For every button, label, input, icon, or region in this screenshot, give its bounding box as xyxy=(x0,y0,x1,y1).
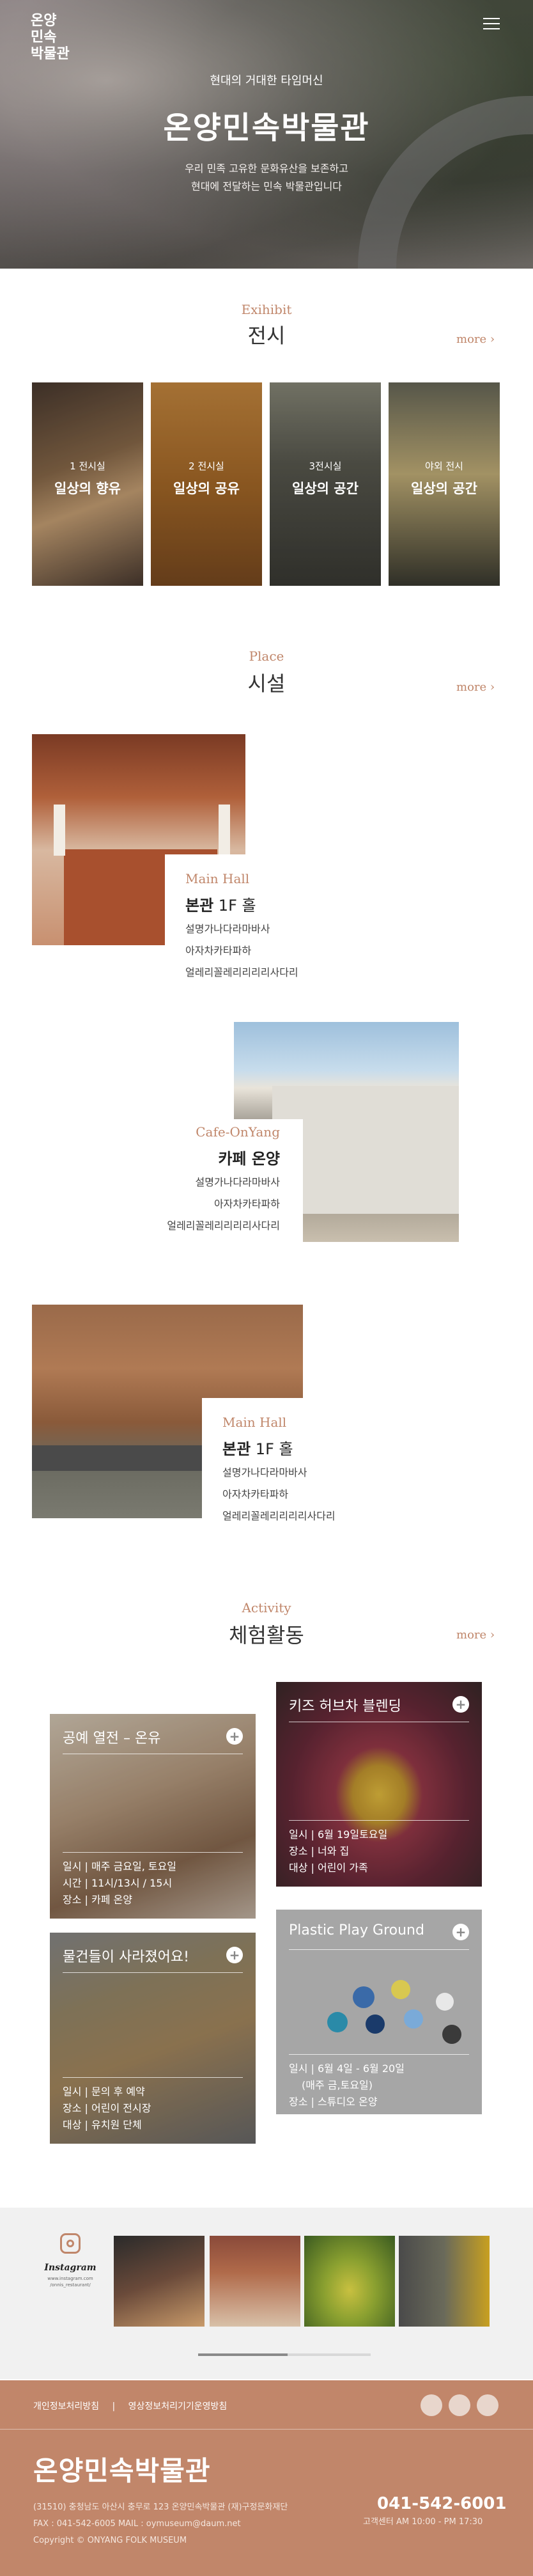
place-more-link[interactable]: more › xyxy=(456,680,495,694)
social-icon-1[interactable] xyxy=(421,2394,442,2416)
place-3-en: Main Hall xyxy=(222,1415,287,1430)
exhibit-card-3[interactable]: 3전시실 일상의 공간 xyxy=(270,382,381,586)
instagram-photo-3[interactable] xyxy=(304,2236,395,2327)
activity-title: 공예 열전 – 온유 xyxy=(63,1731,161,1747)
activity-info: 일시 | 문의 후 예약 장소 | 어린이 전시장 대상 | 유치원 단체 xyxy=(63,2085,151,2131)
place-3-desc: 설명가나다라마바사 아자차카타파하 얼레리꼴레리리리리사다리 xyxy=(222,1466,336,1522)
exhibit-card-4[interactable]: 야외 전시 일상의 공간 xyxy=(389,382,500,586)
place-1-desc: 설명가나다라마바사 아자차카타파하 얼레리꼴레리리리리사다리 xyxy=(185,923,298,978)
instagram-photo-2[interactable] xyxy=(210,2236,300,2327)
activity-card-2[interactable]: 키즈 허브차 블렌딩 + 일시 | 6월 19일토요일 장소 | 너와 집 대상… xyxy=(276,1682,482,1887)
hero-subtitle: 현대의 거대한 타임머신 xyxy=(210,74,323,88)
exhibit-card-name: 일상의 공간 xyxy=(411,481,477,496)
activity-title: 키즈 허브차 블렌딩 xyxy=(289,1699,401,1715)
place-1-en: Main Hall xyxy=(185,871,250,886)
plus-icon[interactable]: + xyxy=(226,1947,243,1963)
exhibit-card-name: 일상의 향유 xyxy=(54,481,121,496)
activity-info: 일시 | 6월 4일 - 6월 20일 (매주 금,토요일) 장소 | 스튜디오… xyxy=(289,2062,405,2108)
logo-line-3: 박물관 xyxy=(31,46,70,62)
activity-info: 일시 | 6월 19일토요일 장소 | 너와 집 대상 | 어린이 가족 xyxy=(289,1828,388,1874)
place-2-desc: 설명가나다라마바사 아자차카타파하 얼레리꼴레리리리리사다리 xyxy=(167,1176,280,1232)
activity-title: 물건들이 사라졌어요! xyxy=(63,1949,189,1965)
activity-title: Plastic Play Ground xyxy=(289,1922,424,1938)
chevron-right-icon: › xyxy=(490,333,495,346)
exhibit-card-number: 야외 전시 xyxy=(425,460,463,472)
video-policy-link[interactable]: 영상정보처리기기운영방침 xyxy=(128,2401,228,2412)
exhibit-card-name: 일상의 공간 xyxy=(292,481,359,496)
privacy-policy-link[interactable]: 개인정보처리방침 xyxy=(33,2401,99,2412)
plus-icon[interactable]: + xyxy=(452,1924,469,1940)
plastic-chips-image xyxy=(302,1980,468,2044)
place-section-en: Place xyxy=(249,648,284,664)
footer-phone: 041-542-6001 xyxy=(377,2494,507,2513)
activity-info: 일시 | 매주 금요일, 토요일 시간 | 11시/13시 / 15시 장소 |… xyxy=(63,1860,177,1906)
logo-line-1: 온양 xyxy=(31,13,57,29)
exhibit-section-title: 전시 xyxy=(247,324,286,348)
activity-more-link[interactable]: more › xyxy=(456,1628,495,1642)
instagram-link[interactable]: Instagram www.instagram.com /onnis_resta… xyxy=(38,2233,102,2329)
place-2-en: Cafe-OnYang xyxy=(196,1124,280,1140)
exhibit-more-link[interactable]: more › xyxy=(456,333,495,346)
exhibit-card-name: 일상의 공유 xyxy=(173,481,240,496)
instagram-url: www.instagram.com /onnis_restaurant/ xyxy=(47,2276,93,2288)
activity-card-4[interactable]: Plastic Play Ground + 일시 | 6월 4일 - 6월 20… xyxy=(276,1910,482,2114)
instagram-photo-1[interactable] xyxy=(114,2236,205,2327)
logo-line-2: 민속 xyxy=(31,29,57,45)
activity-section-title: 체험활동 xyxy=(229,1623,304,1647)
instagram-scrollbar[interactable] xyxy=(198,2353,371,2356)
place-2-title: 카페 온양 xyxy=(218,1150,280,1168)
footer-logo: 온양민속박물관 xyxy=(33,2455,211,2486)
hero-description: 우리 민족 고유한 문화유산을 보존하고 현대에 전달하는 민속 박물관입니다 xyxy=(185,162,348,192)
place-section-title: 시설 xyxy=(247,671,286,696)
instagram-icon xyxy=(60,2233,81,2254)
exhibit-card-number: 2 전시실 xyxy=(189,460,224,472)
footer-links: 개인정보처리방침 | 영상정보처리기기운영방침 xyxy=(33,2401,228,2412)
place-3-title: 본관 1F 홀 xyxy=(222,1440,293,1458)
exhibit-card-1[interactable]: 1 전시실 일상의 향유 xyxy=(32,382,143,586)
chevron-right-icon: › xyxy=(490,1628,495,1642)
activity-card-3[interactable]: 물건들이 사라졌어요! + 일시 | 문의 후 예약 장소 | 어린이 전시장 … xyxy=(50,1933,256,2144)
instagram-label: Instagram xyxy=(44,2263,97,2273)
social-icon-3[interactable] xyxy=(477,2394,498,2416)
instagram-photo-4[interactable] xyxy=(399,2236,490,2327)
activity-card-1[interactable]: 공예 열전 – 온유 + 일시 | 매주 금요일, 토요일 시간 | 11시/1… xyxy=(50,1714,256,1919)
exhibit-section-en: Exihibit xyxy=(241,302,292,317)
exhibit-card-number: 1 전시실 xyxy=(70,460,105,472)
plus-icon[interactable]: + xyxy=(226,1728,243,1745)
plus-icon[interactable]: + xyxy=(452,1696,469,1713)
social-icon-2[interactable] xyxy=(449,2394,470,2416)
exhibit-card-2[interactable]: 2 전시실 일상의 공유 xyxy=(151,382,262,586)
activity-section-en: Activity xyxy=(242,1600,291,1615)
exhibit-card-number: 3전시실 xyxy=(309,460,342,472)
hero-title: 온양민속박물관 xyxy=(163,110,370,146)
hamburger-menu-icon[interactable] xyxy=(483,18,500,31)
place-1-title: 본관 1F 홀 xyxy=(185,897,256,915)
museum-logo[interactable]: 온양 민속 박물관 xyxy=(31,13,88,77)
footer-address: (31510) 충청남도 아산시 충무로 123 온양민속박물관 (재)구정문화… xyxy=(33,2502,288,2545)
footer-hours: 고객센터 AM 10:00 - PM 17:30 xyxy=(363,2517,483,2527)
chevron-right-icon: › xyxy=(490,680,495,694)
scrollbar-thumb[interactable] xyxy=(198,2353,288,2356)
